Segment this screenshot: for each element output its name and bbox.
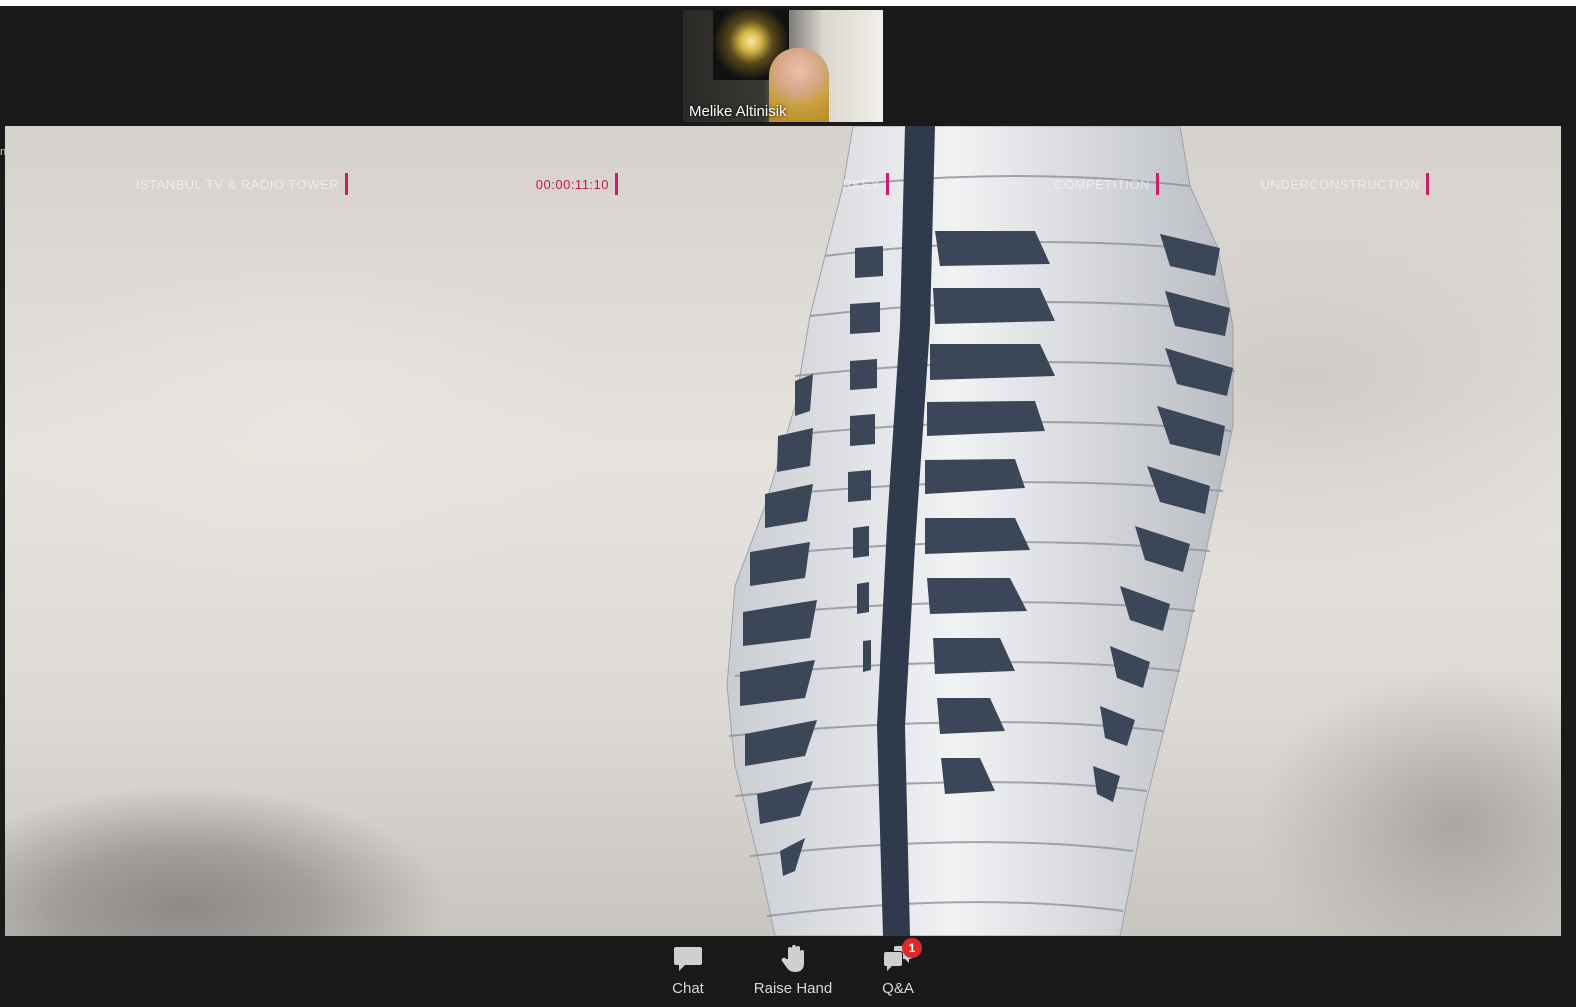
top-edge-strip xyxy=(0,0,1576,6)
overlay-timecode-text: 00:00:11:10 xyxy=(535,176,609,192)
meeting-toolbar: Chat Raise Hand 1 Q&A xyxy=(0,936,1576,1007)
overlay-type-text: COMPETITION xyxy=(1054,176,1150,192)
overlay-location-text: RKEY xyxy=(842,176,880,192)
overlay-timecode: 00:00:11:10 xyxy=(475,173,618,195)
overlay-status: UNDERCONSTRUCTION xyxy=(1245,173,1429,195)
overlay-location: RKEY xyxy=(795,173,889,195)
overlay-project: ISTANBUL TV & RADIO TOWER xyxy=(105,173,348,195)
overlay-divider xyxy=(886,173,889,195)
raise-hand-button[interactable]: Raise Hand xyxy=(752,944,834,997)
qa-button[interactable]: 1 Q&A xyxy=(876,938,922,997)
qa-notification-badge: 1 xyxy=(902,938,922,958)
qa-label: Q&A xyxy=(882,980,914,997)
participant-name: Melike Altinisik xyxy=(689,103,787,120)
overlay-project-text: ISTANBUL TV & RADIO TOWER xyxy=(135,176,339,192)
shared-screen: ISTANBUL TV & RADIO TOWER 00:00:11:10 RK… xyxy=(5,126,1561,936)
overlay-type: COMPETITION xyxy=(1005,173,1159,195)
raise-hand-label: Raise Hand xyxy=(753,980,833,997)
hand-icon xyxy=(777,944,809,974)
chat-label: Chat xyxy=(672,980,704,997)
overlay-divider xyxy=(1156,173,1159,195)
qa-bubbles-icon: 1 xyxy=(882,938,922,974)
participant-video-thumbnail[interactable]: Melike Altinisik xyxy=(683,10,883,122)
chat-bubble-icon xyxy=(672,944,704,974)
chat-button[interactable]: Chat xyxy=(664,944,712,997)
overlay-divider xyxy=(615,173,618,195)
tower-image xyxy=(726,126,1236,936)
overlay-status-text: UNDERCONSTRUCTION xyxy=(1260,176,1420,192)
overlay-divider xyxy=(1426,173,1429,195)
overlay-divider xyxy=(345,173,348,195)
